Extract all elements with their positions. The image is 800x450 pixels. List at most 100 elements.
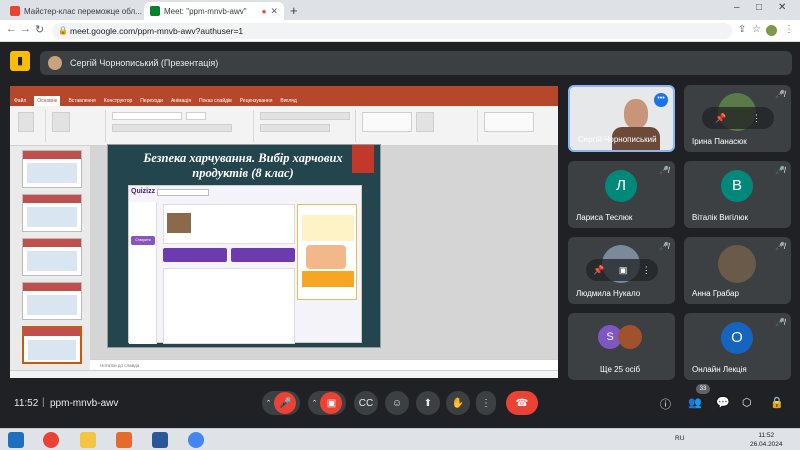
- editing-buttons: [484, 112, 534, 132]
- participant-tile[interactable]: S Ще 25 осіб: [568, 313, 675, 380]
- promo-cta: [302, 271, 354, 287]
- hand-icon: ✋: [451, 397, 465, 409]
- browser-tab-master-class[interactable]: Майстер-клас переможце обл... ✕: [4, 2, 142, 20]
- camera-off-icon[interactable]: ▣: [320, 392, 343, 414]
- presenter-banner[interactable]: Сергій Чорнописький (Презентація): [40, 51, 792, 75]
- camera-control[interactable]: ⌃ ▣: [308, 391, 346, 415]
- presenter-label: Сергій Чорнописький (Презентація): [70, 58, 219, 68]
- pp-menu-item: Показ слайдів: [199, 98, 232, 104]
- quizizz-screenshot: Quizizz Створити: [128, 185, 362, 344]
- share-icon[interactable]: ⇪: [738, 24, 746, 35]
- raise-hand-button[interactable]: ✋: [446, 391, 470, 415]
- pp-menu-item: Основне: [34, 96, 61, 106]
- more-options-icon[interactable]: •••: [654, 93, 668, 107]
- address-bar: ← → ↻ 🔒 meet.google.com/ppm-mnvb-awv?aut…: [0, 20, 800, 42]
- chat-icon[interactable]: 💬: [716, 396, 730, 409]
- pin-icon[interactable]: 📌: [715, 113, 726, 124]
- windows-start-icon[interactable]: [8, 432, 24, 448]
- forward-icon[interactable]: →: [20, 23, 31, 35]
- slide-thumbnail: [22, 150, 82, 188]
- presentation-icon: ▮: [10, 51, 30, 71]
- reload-icon[interactable]: ↻: [35, 23, 44, 36]
- system-clock[interactable]: 11:52 26.04.2024: [750, 431, 783, 449]
- paragraph-buttons: [260, 112, 350, 120]
- tile-hover-controls: 📌 ⋮: [702, 107, 774, 129]
- gmail-icon: [10, 6, 20, 16]
- pp-menu-item: Файл: [14, 98, 27, 104]
- participant-avatar: Л: [605, 170, 637, 202]
- participant-tile[interactable]: 📌 ▣ ⋮ 🎤̸ Людмила Нукало: [568, 237, 675, 304]
- participant-tile[interactable]: В 🎤̸ Віталік Вигілюк: [684, 161, 791, 228]
- new-slide-icon: [52, 112, 70, 132]
- info-icon[interactable]: ⓘ: [660, 396, 671, 412]
- screen-icon[interactable]: ▣: [619, 265, 628, 276]
- new-tab-button[interactable]: +: [290, 3, 298, 18]
- quizizz-quiz-card: [163, 204, 295, 244]
- quizizz-sidebar: Створити: [129, 202, 157, 344]
- mic-off-icon[interactable]: 🎤: [274, 392, 297, 414]
- participant-photo: [718, 245, 756, 283]
- participant-avatar: В: [721, 170, 753, 202]
- pp-menu-item: Вигляд: [280, 98, 297, 104]
- chevron-up-icon[interactable]: ⌃: [312, 399, 318, 407]
- activities-icon[interactable]: ⬡: [742, 396, 752, 409]
- menu-icon[interactable]: ⋮: [784, 24, 794, 35]
- participant-tile[interactable]: Л 🎤̸ Лариса Теслюк: [568, 161, 675, 228]
- media-player-icon[interactable]: [116, 432, 132, 448]
- extensions-icon[interactable]: ☆: [752, 24, 761, 35]
- mic-off-icon: 🎤̸: [659, 242, 669, 251]
- more-icon[interactable]: ⋮: [752, 113, 761, 124]
- profile-avatar[interactable]: [766, 25, 777, 36]
- captions-button[interactable]: CC: [354, 391, 378, 415]
- ribbon-clipboard: [14, 110, 46, 142]
- reactions-button[interactable]: ☺: [385, 391, 409, 415]
- browser-tab-meet[interactable]: Meet: "ppm-mnvb-awv" ● ✕: [144, 2, 284, 20]
- promo-illustration: [306, 245, 346, 269]
- present-button[interactable]: ⬆: [416, 391, 440, 415]
- participant-tile[interactable]: 🎤̸ Анна Грабар: [684, 237, 791, 304]
- mic-off-icon: 🎤̸: [775, 318, 785, 327]
- host-controls-icon[interactable]: 🔒: [770, 396, 784, 409]
- chrome-active-icon[interactable]: [188, 432, 204, 448]
- mic-control[interactable]: ⌃ 🎤: [262, 391, 300, 415]
- ribbon-slides: [48, 110, 106, 142]
- chrome-icon[interactable]: [43, 432, 59, 448]
- meeting-code: ppm-mnvb-awv: [50, 398, 119, 409]
- participant-tile[interactable]: 📌 ⋮ 🎤̸ Ірина Панасюк: [684, 85, 791, 152]
- url-field[interactable]: 🔒 meet.google.com/ppm-mnvb-awv?authuser=…: [52, 23, 732, 39]
- mic-off-icon: 🎤̸: [775, 242, 785, 251]
- language-indicator[interactable]: RU: [675, 435, 684, 442]
- pin-icon[interactable]: 📌: [593, 265, 604, 276]
- back-icon[interactable]: ←: [6, 23, 17, 35]
- slide-thumbnail-selected: [22, 326, 82, 364]
- participant-name: Анна Грабар: [692, 289, 739, 298]
- more-icon[interactable]: ⋮: [642, 265, 651, 276]
- leave-call-button[interactable]: ☎: [506, 391, 538, 415]
- word-icon[interactable]: [152, 432, 168, 448]
- meet-favicon-icon: [150, 6, 160, 16]
- slide-thumbnail: [22, 282, 82, 320]
- participant-tile[interactable]: ••• Сергій Чорнописький: [568, 85, 675, 152]
- window-close-button[interactable]: ✕: [778, 2, 786, 13]
- maximize-button[interactable]: □: [756, 2, 762, 13]
- close-icon[interactable]: ✕: [270, 6, 278, 17]
- shared-screen: Файл Основне Вставлення Конструктор Пере…: [10, 86, 558, 378]
- current-slide: Безпека харчування. Вибір харчових проду…: [107, 144, 381, 348]
- chevron-up-icon[interactable]: ⌃: [266, 399, 272, 407]
- paste-icon: [18, 112, 34, 132]
- pp-menu-item: Анімація: [170, 98, 192, 104]
- pp-menu-item: Рецензування: [239, 98, 273, 104]
- quizizz-create-button: Створити: [131, 236, 155, 245]
- font-size-select: [186, 112, 206, 120]
- captions-icon: CC: [358, 397, 374, 409]
- people-icon[interactable]: 👥: [688, 396, 702, 409]
- browser-tab-bar: Майстер-клас переможце обл... ✕ Meet: "p…: [0, 0, 800, 20]
- pp-menu-item: Вставлення: [68, 98, 96, 104]
- quizizz-search: [157, 189, 209, 196]
- emoji-icon: ☺: [391, 397, 403, 409]
- arrange-icon: [416, 112, 434, 132]
- minimize-button[interactable]: –: [734, 2, 740, 13]
- participant-tile[interactable]: О 🎤̸ Онлайн Лекція: [684, 313, 791, 380]
- more-options-button[interactable]: ⋮: [476, 391, 496, 415]
- file-explorer-icon[interactable]: [80, 432, 96, 448]
